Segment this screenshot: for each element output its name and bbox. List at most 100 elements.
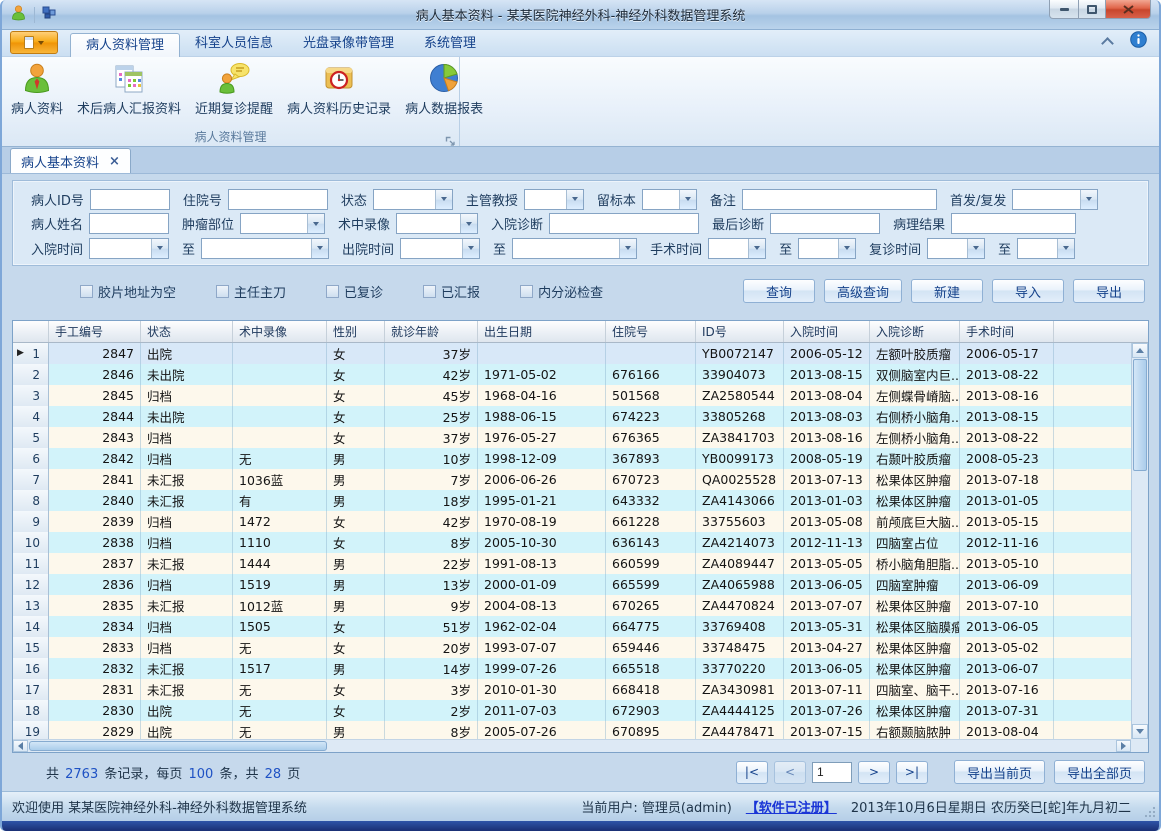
table-row[interactable]: 22846未出院女42岁1971-05-02676166339040732013… <box>13 364 1131 385</box>
table-row[interactable]: 102838归档1110女8岁2005-10-30636143ZA4214073… <box>13 532 1131 553</box>
chevron-down-icon[interactable] <box>462 239 479 258</box>
row-selector[interactable]: ▶1 <box>13 343 49 364</box>
revisit-reminder-button[interactable]: 近期复诊提醒 <box>188 60 280 128</box>
chevron-down-icon[interactable] <box>748 239 765 258</box>
table-row[interactable]: 192829出院无男8岁2005-07-26670895ZA4478471201… <box>13 721 1131 739</box>
row-selector[interactable]: 17 <box>13 679 49 700</box>
vertical-scroll-thumb[interactable] <box>1133 359 1147 471</box>
status-combo[interactable] <box>373 189 453 210</box>
table-row[interactable]: 62842归档无男10岁1998-12-09367893YB0099173200… <box>13 448 1131 469</box>
scroll-left-button[interactable] <box>13 740 28 752</box>
row-selector[interactable]: 7 <box>13 469 49 490</box>
next-page-button[interactable]: > <box>858 761 890 784</box>
query-button[interactable]: 查询 <box>743 279 815 303</box>
table-row[interactable]: 42844未出院女25岁1988-06-15674223338052682013… <box>13 406 1131 427</box>
patient-name-input[interactable] <box>89 213 169 234</box>
chevron-down-icon[interactable] <box>619 239 636 258</box>
last-page-button[interactable]: >| <box>896 761 928 784</box>
revisited-checkbox[interactable]: 已复诊 <box>326 282 383 301</box>
table-row[interactable]: 122836归档1519男13岁2000-01-09665599ZA406598… <box>13 574 1131 595</box>
checkbox-icon[interactable] <box>520 285 533 298</box>
checkbox-icon[interactable] <box>326 285 339 298</box>
chief-surgeon-checkbox[interactable]: 主任主刀 <box>216 282 286 301</box>
endocrine-exam-checkbox[interactable]: 内分泌检查 <box>520 282 603 301</box>
column-header[interactable]: 就诊年龄 <box>385 321 478 342</box>
row-selector[interactable]: 9 <box>13 511 49 532</box>
final-diag-input[interactable] <box>770 213 880 234</box>
data-report-button[interactable]: 病人数据报表 <box>398 60 490 128</box>
previous-page-button[interactable]: < <box>774 761 806 784</box>
ribbon-tab-3[interactable]: 光盘录像带管理 <box>288 32 409 56</box>
horizontal-scrollbar[interactable] <box>13 739 1131 752</box>
column-header[interactable]: 术中录像 <box>233 321 327 342</box>
dialog-launcher-icon[interactable] <box>445 132 456 143</box>
chevron-down-icon[interactable] <box>838 239 855 258</box>
chevron-down-icon[interactable] <box>967 239 984 258</box>
column-header[interactable]: 入院诊断 <box>870 321 960 342</box>
vertical-scrollbar[interactable] <box>1131 343 1148 739</box>
table-row[interactable]: 162832未汇报1517男14岁1999-07-266655183377022… <box>13 658 1131 679</box>
export-current-page-button[interactable]: 导出当前页 <box>954 760 1045 784</box>
maximize-button[interactable] <box>1078 0 1106 19</box>
ribbon-tab-1[interactable]: 病人资料管理 <box>70 33 180 57</box>
document-tab-patient-basic[interactable]: 病人基本资料 × <box>10 148 131 173</box>
import-button[interactable]: 导入 <box>992 279 1064 303</box>
admission-no-input[interactable] <box>228 189 328 210</box>
checkbox-icon[interactable] <box>423 285 436 298</box>
row-selector[interactable]: 16 <box>13 658 49 679</box>
close-tab-icon[interactable]: × <box>109 154 120 169</box>
row-selector[interactable]: 8 <box>13 490 49 511</box>
table-row[interactable]: 142834归档1505女51岁1962-02-0466477533769408… <box>13 616 1131 637</box>
row-selector[interactable]: 11 <box>13 553 49 574</box>
checkbox-icon[interactable] <box>216 285 229 298</box>
postop-report-button[interactable]: 术后病人汇报资料 <box>70 60 188 128</box>
page-number-input[interactable] <box>812 762 852 783</box>
admission-diag-input[interactable] <box>549 213 699 234</box>
advanced-query-button[interactable]: 高级查询 <box>824 279 902 303</box>
scroll-track[interactable] <box>1132 472 1148 724</box>
row-selector[interactable]: 13 <box>13 595 49 616</box>
help-info-icon[interactable] <box>1130 31 1147 52</box>
table-row[interactable]: 152833归档无女20岁1993-07-0765944633748475201… <box>13 637 1131 658</box>
row-selector[interactable]: 5 <box>13 427 49 448</box>
column-header[interactable]: ID号 <box>696 321 784 342</box>
row-selector[interactable]: 4 <box>13 406 49 427</box>
discharge-time-from-combo[interactable] <box>400 238 480 259</box>
row-selector[interactable]: 19 <box>13 721 49 739</box>
professor-combo[interactable] <box>524 189 584 210</box>
row-selector[interactable]: 18 <box>13 700 49 721</box>
chevron-down-icon[interactable] <box>566 190 583 209</box>
column-header[interactable]: 入院时间 <box>784 321 870 342</box>
quick-access-icon[interactable] <box>42 5 57 24</box>
row-selector[interactable]: 12 <box>13 574 49 595</box>
first-page-button[interactable]: |< <box>736 761 768 784</box>
chevron-down-icon[interactable] <box>307 214 324 233</box>
export-all-pages-button[interactable]: 导出全部页 <box>1054 760 1145 784</box>
app-logo-icon[interactable] <box>10 4 27 25</box>
surgery-time-to-combo[interactable] <box>798 238 856 259</box>
minimize-button[interactable] <box>1049 0 1079 19</box>
table-row[interactable]: 172831未汇报无女3岁2010-01-30668418ZA343098120… <box>13 679 1131 700</box>
row-selector[interactable]: 2 <box>13 364 49 385</box>
column-header[interactable]: 性别 <box>327 321 385 342</box>
scroll-right-button[interactable] <box>1116 740 1131 752</box>
table-row[interactable]: 132835未汇报1012蓝男9岁2004-08-13670265ZA44708… <box>13 595 1131 616</box>
ribbon-tab-4[interactable]: 系统管理 <box>409 32 491 56</box>
close-button[interactable] <box>1105 0 1151 19</box>
pathology-input[interactable] <box>951 213 1076 234</box>
collapse-ribbon-icon[interactable] <box>1101 37 1114 50</box>
tumor-site-combo[interactable] <box>240 213 325 234</box>
horizontal-scroll-thumb[interactable] <box>29 741 327 751</box>
app-menu-button[interactable] <box>10 31 58 54</box>
column-header[interactable]: 出生日期 <box>478 321 606 342</box>
film-address-empty-checkbox[interactable]: 胶片地址为空 <box>80 282 176 301</box>
admit-time-to-combo[interactable] <box>201 238 329 259</box>
chevron-down-icon[interactable] <box>460 214 477 233</box>
table-row[interactable]: 72841未汇报1036蓝男7岁2006-06-26670723QA002552… <box>13 469 1131 490</box>
admit-time-from-combo[interactable] <box>89 238 169 259</box>
surgery-time-from-combo[interactable] <box>708 238 766 259</box>
scroll-up-button[interactable] <box>1132 343 1148 358</box>
ribbon-tab-2[interactable]: 科室人员信息 <box>180 32 288 56</box>
discharge-time-to-combo[interactable] <box>512 238 637 259</box>
chevron-down-icon[interactable] <box>1057 239 1074 258</box>
